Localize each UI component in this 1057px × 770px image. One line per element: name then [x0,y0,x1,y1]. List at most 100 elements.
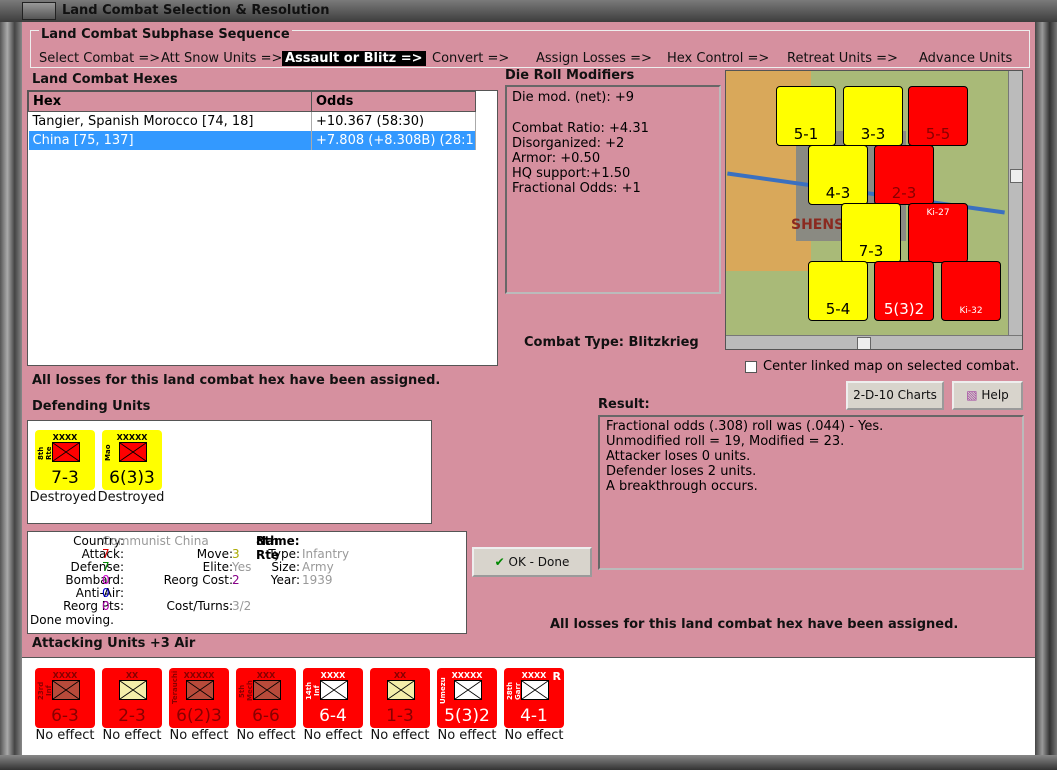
unit-name: Mao [104,444,112,462]
label: Move: [196,547,233,561]
result-box: Fractional odds (.308) roll was (.044) -… [598,415,1024,570]
unit-result: No effect [437,728,497,743]
unit-name: 8th Rte [37,446,53,460]
unit-strength: 4-1 [520,706,548,726]
antiair-value: 0 [102,586,110,600]
unit-name: 5th Mech [238,680,254,702]
window-frame-bottom [0,755,1057,770]
minimize-button[interactable] [22,2,56,20]
col-odds[interactable]: Odds [311,91,476,112]
attacking-unit[interactable]: XXXX 23rd Inf 6-3 [35,668,95,728]
counter-aircraft: Ki-27 [926,208,950,218]
map-counter[interactable]: 4-3 [808,145,868,205]
drm-line: Combat Ratio: +4.31 [512,121,649,136]
linked-map[interactable]: SHENS 5-1 3-3 5-5 4-3 2-3 7-3 Ki-27 5-4 … [725,70,1023,350]
hex-cell: China [75, 137] [28,131,312,150]
attacking-title: Attacking Units +3 Air [32,636,196,651]
unit-info-panel: Country: Communist China Attack: 7 Defense… [27,531,467,634]
defending-unit[interactable]: XXXX 8th Rte 7-3 [35,430,95,490]
hex-cell: Tangier, Spanish Morocco [74, 18] [28,111,312,131]
attacking-unit[interactable]: XXXX 28th Garr 4-1 R [504,668,564,728]
unit-name: 28th Garr [506,681,522,701]
table-row[interactable]: China [75, 137] +7.808 (+8.308B) (28:1: [28,131,476,150]
map-counter[interactable]: Ki-32 [941,261,1001,321]
subphase-title: Land Combat Subphase Sequence [39,27,292,42]
map-counter[interactable]: 2-3 [874,145,934,205]
status-bottom: All losses for this land combat hex have… [550,617,959,632]
unit-name: 14th Inf [305,681,321,701]
defending-unit[interactable]: XXXXX Mao 6(3)3 [102,430,162,490]
combat-type: Combat Type: Blitzkrieg [524,335,699,350]
window-frame-right [1035,22,1057,770]
hexes-title: Land Combat Hexes [32,72,178,87]
counter-strength: 5-5 [925,125,951,143]
hexes-table: Hex Odds Tangier, Spanish Morocco [74, 18… [27,90,498,366]
map-vertical-scrollbar[interactable] [1008,71,1022,335]
label: Type: [268,547,300,561]
map-counter[interactable]: Ki-27 [908,203,968,263]
center-map-option[interactable]: Center linked map on selected combat. [745,359,1019,374]
drm-box: Die mod. (net): +9 Combat Ratio: +4.31 D… [505,85,721,294]
type-value: Infantry [302,547,350,561]
window-frame-left [0,22,22,770]
table-row[interactable]: Tangier, Spanish Morocco [74, 18] +10.367… [28,111,476,131]
label: Reorg Cost: [163,573,233,587]
unit-name: 23rd Inf [37,681,53,701]
defending-units: XXXX 8th Rte 7-3 Destroyed XXXXX Mao 6(3… [27,420,432,524]
map-counter[interactable]: 5(3)2 [874,261,934,321]
map-counter[interactable]: 7-3 [841,203,901,263]
step-select-combat: Select Combat => [39,51,161,66]
status-top: All losses for this land combat hex have… [32,373,441,388]
unit-symbol-icon [521,680,549,700]
drm-line: HQ support:+1.50 [512,166,631,181]
map-counter[interactable]: 5-4 [808,261,868,321]
subphase-sequence: Land Combat Subphase Sequence Select Com… [30,27,1030,68]
combat-type-value: Blitzkrieg [628,335,699,350]
attacking-unit[interactable]: XX 2-3 [102,668,162,728]
size-value: Army [302,560,334,574]
map-counter[interactable]: 5-5 [908,86,968,146]
unit-symbol-icon [119,680,147,700]
reserve-badge: R [552,670,561,683]
unit-status: Done moving. [30,613,114,627]
result-line: Fractional odds (.308) roll was (.044) -… [606,419,884,434]
step-hex-control: Hex Control => [667,51,770,66]
counter-strength: 3-3 [860,125,886,143]
reorgcost-value: 2 [232,573,240,587]
year-value: 1939 [302,573,333,587]
map-horizontal-scrollbar[interactable] [726,335,1022,349]
scroll-thumb[interactable] [857,337,871,349]
col-hex[interactable]: Hex [28,91,312,112]
attacking-unit[interactable]: XXXXX Umezu 5(3)2 [437,668,497,728]
label: Bombard: [65,573,124,587]
step-att-snow: Att Snow Units => [161,51,283,66]
center-map-checkbox[interactable] [745,360,757,373]
map-counter[interactable]: 5-1 [776,86,836,146]
unit-strength: 2-3 [118,706,146,726]
result-title: Result: [598,397,650,412]
label: Reorg Pts: [63,599,124,613]
infantry-icon [52,442,80,462]
label: Defense: [70,560,124,574]
map-label: SHENS [791,217,845,233]
unit-symbol-icon [454,680,482,700]
drm-line: Fractional Odds: +1 [512,181,641,196]
attacking-unit[interactable]: XXXXX Terauchi 6(2)3 [169,668,229,728]
attacking-unit[interactable]: XXXX 14th Inf 6-4 [303,668,363,728]
map-counter[interactable]: 3-3 [843,86,903,146]
charts-button[interactable]: 2-D-10 Charts [846,381,944,410]
label: Year: [270,573,300,587]
bombard-value: 0 [102,573,110,587]
help-button[interactable]: ▧ Help [952,381,1023,410]
result-line: Unmodified roll = 19, Modified = 23. [606,434,845,449]
label: Cost/Turns: [166,599,233,613]
attacking-unit[interactable]: XXX 5th Mech 6-6 [236,668,296,728]
defending-title: Defending Units [32,399,151,414]
counter-aircraft: Ki-32 [959,306,983,316]
counter-strength: 7-3 [858,242,884,260]
unit-symbol-icon [52,680,80,700]
scroll-thumb[interactable] [1010,169,1022,183]
attacking-unit[interactable]: XX 1-3 [370,668,430,728]
elite-value: Yes [232,560,252,574]
ok-done-button[interactable]: ✔ OK - Done [472,547,592,577]
